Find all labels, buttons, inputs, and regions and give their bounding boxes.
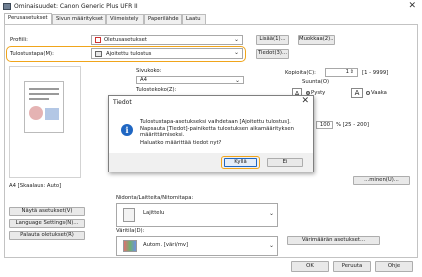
help-button[interactable]: Ohje — [375, 261, 413, 272]
tab-paper-source[interactable]: Paperilähde — [144, 14, 182, 24]
edit-button[interactable]: Muokkaa(2)... — [298, 35, 335, 45]
printer-icon — [3, 3, 11, 10]
stepper-icon[interactable]: ⇕ — [350, 69, 354, 75]
chevron-down-icon: ⌄ — [268, 242, 274, 249]
page-size-value: A4 — [140, 77, 147, 83]
zoom-value: 100 — [319, 122, 330, 128]
close-icon[interactable]: ✕ — [408, 1, 416, 11]
zoom-input[interactable]: 100 — [316, 121, 333, 129]
dialog-footer: Kyllä Ei — [109, 153, 313, 172]
binding-select[interactable]: Lajittelu ⌄ — [116, 203, 278, 227]
no-button[interactable]: Ei — [267, 158, 303, 167]
preview-area — [9, 66, 81, 178]
dialog-question: Haluatko määrittää tiedot nyt? — [140, 140, 222, 146]
landscape-label: Vaaka — [371, 90, 387, 96]
dialog-title: Tiedot — [113, 99, 132, 106]
copies-label: Kopioita(C): — [285, 70, 316, 76]
color-mode-label: Väritila(D): — [116, 228, 145, 234]
details-dialog: Tiedot ✕ i Tulostustapa-asetukseksi vaih… — [108, 95, 314, 172]
layout-settings-button[interactable]: ...minen(U)... — [353, 176, 410, 185]
restore-defaults-button[interactable]: Palauta oletukset(R) — [9, 231, 85, 240]
window-title: Ominaisuudet: Canon Generic Plus UFR II — [14, 3, 138, 10]
profile-label: Profiili: — [10, 37, 28, 43]
copies-input[interactable]: 1 ⇕ — [325, 68, 358, 77]
binding-label: Nidonta/Laitteita/Nitomitapa: — [116, 195, 194, 201]
page-size-label: Sivukoko: — [136, 68, 162, 74]
landscape-icon: A — [351, 88, 363, 98]
chevron-down-icon: ⌄ — [233, 36, 239, 43]
color-mode-select[interactable]: Autom. [väri/mv] ⌄ — [116, 236, 278, 256]
color-mode-icon — [123, 240, 137, 252]
close-icon[interactable]: ✕ — [301, 96, 309, 106]
chevron-down-icon: ⌄ — [234, 77, 240, 84]
title-bar: Ominaisuudet: Canon Generic Plus UFR II … — [0, 0, 422, 14]
language-settings-button[interactable]: Language Settings(N)... — [9, 219, 85, 228]
output-size-label: Tulostekoko(Z): — [136, 87, 177, 93]
collate-icon — [123, 208, 135, 222]
output-method-highlight — [6, 46, 246, 62]
orientation-label: Suunta(O) — [302, 79, 330, 85]
chevron-down-icon: ⌄ — [268, 210, 274, 217]
yes-button[interactable]: Kyllä — [224, 158, 257, 167]
profile-icon — [95, 37, 101, 43]
color-mode-value: Autom. [väri/mv] — [143, 242, 189, 248]
zoom-range: % [25 - 200] — [336, 122, 369, 128]
preview-caption: A4 [Skaalaus: Auto] — [9, 183, 62, 189]
dialog-message: Tulostustapa-asetukseksi vaihdetaan [Ajo… — [140, 119, 294, 138]
page-preview — [24, 81, 64, 133]
tab-quality[interactable]: Laatu — [182, 14, 206, 24]
details-button[interactable]: Tiedot(3)... — [256, 49, 289, 59]
tab-finishing[interactable]: Viimeistely — [106, 14, 144, 24]
add-button[interactable]: Lisää(1)... — [256, 35, 289, 45]
profile-value: Oletusasetukset — [104, 37, 147, 43]
page-size-select[interactable]: A4 ⌄ — [136, 76, 244, 84]
tab-page-setup[interactable]: Sivun määritykset — [52, 14, 106, 24]
copies-range: [1 - 9999] — [362, 70, 389, 76]
landscape-option[interactable]: Vaaka — [366, 90, 387, 96]
profile-select[interactable]: Oletusasetukset ⌄ — [91, 35, 243, 45]
show-settings-button[interactable]: Näytä asetukset(V) — [9, 207, 85, 216]
info-icon: i — [121, 124, 133, 136]
cancel-button[interactable]: Peruuta — [333, 261, 371, 272]
ok-button[interactable]: OK — [291, 261, 329, 272]
color-settings-button[interactable]: Värimäärän asetukset... — [287, 236, 380, 245]
tab-basic[interactable]: Perusasetukset — [4, 13, 52, 24]
binding-value: Lajittelu — [143, 210, 165, 216]
copies-value: 1 — [345, 69, 349, 75]
